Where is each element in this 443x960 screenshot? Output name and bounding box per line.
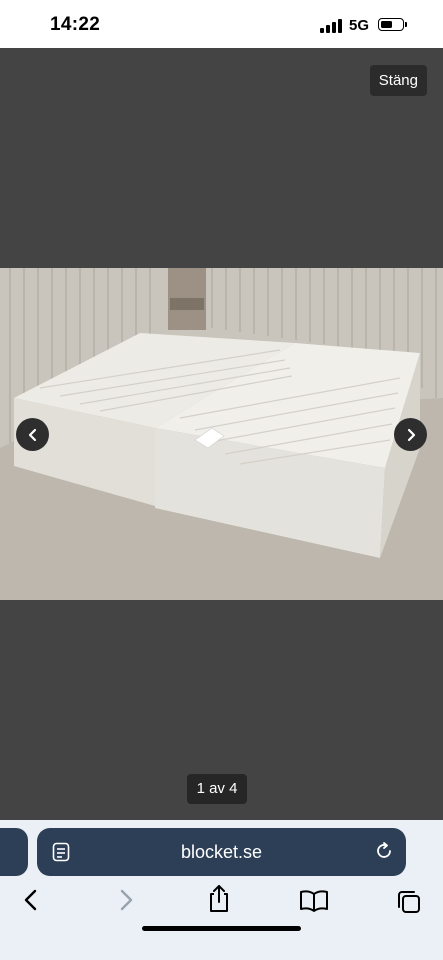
chevron-right-icon — [407, 428, 415, 441]
image-viewer: Stäng 1 av 4 — [0, 48, 443, 820]
network-type: 5G — [349, 17, 370, 34]
back-icon[interactable] — [20, 888, 42, 912]
share-icon[interactable] — [207, 884, 231, 914]
battery-icon — [378, 18, 404, 31]
book-icon[interactable] — [299, 890, 329, 912]
previous-image-button[interactable] — [16, 418, 49, 451]
next-image-button[interactable] — [394, 418, 427, 451]
tabs-icon[interactable] — [396, 889, 422, 915]
address-bar[interactable]: blocket.se — [37, 828, 406, 876]
bed-photo-illustration — [0, 268, 443, 600]
image-counter: 1 av 4 — [187, 774, 247, 804]
home-indicator[interactable] — [142, 926, 301, 931]
close-button[interactable]: Stäng — [369, 65, 427, 96]
status-bar: 14:22 5G — [0, 0, 443, 48]
battery-cap — [405, 22, 407, 27]
url-text: blocket.se — [180, 842, 263, 862]
chevron-left-icon — [28, 428, 36, 441]
status-time: 14:22 — [50, 14, 101, 35]
previous-tab-peek[interactable] — [0, 828, 28, 876]
listing-photo[interactable] — [0, 268, 443, 600]
cellular-signal-icon — [320, 19, 342, 33]
forward-icon[interactable] — [115, 888, 137, 912]
reload-icon[interactable] — [374, 841, 394, 861]
browser-chrome: blocket.se — [0, 820, 443, 960]
